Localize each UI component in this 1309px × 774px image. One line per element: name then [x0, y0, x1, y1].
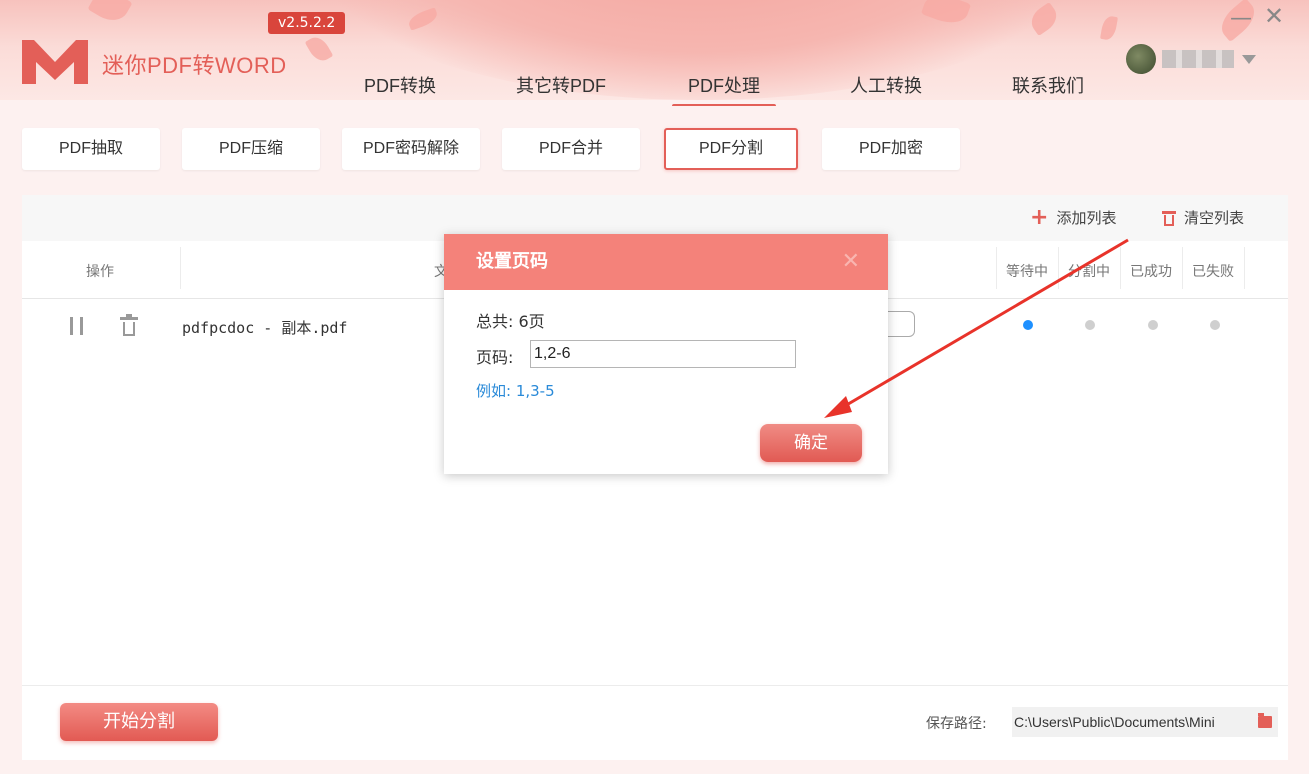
petal-decoration — [1100, 14, 1118, 42]
column-divider — [996, 247, 997, 289]
close-icon[interactable]: ✕ — [1264, 2, 1284, 30]
add-list-label: 添加列表 — [1056, 209, 1117, 227]
column-divider — [1244, 247, 1245, 289]
column-divider — [1120, 247, 1121, 289]
folder-icon[interactable] — [1258, 713, 1272, 728]
nav-manual-convert[interactable]: 人工转换 — [850, 72, 922, 98]
tab-pdf-unlock[interactable]: PDF密码解除 — [342, 128, 480, 170]
footer-divider — [22, 685, 1288, 686]
column-divider — [180, 247, 181, 289]
nav-contact-us[interactable]: 联系我们 — [1012, 72, 1084, 98]
set-page-dialog: 设置页码 ✕ 总共: 6页 页码: 例如: 1,3-5 确定 — [444, 234, 888, 474]
avatar[interactable] — [1126, 44, 1156, 74]
username — [1162, 50, 1234, 68]
status-failed-dot — [1210, 320, 1220, 330]
clear-list-button[interactable]: 清空列表 — [1162, 207, 1244, 228]
page-label: 页码: — [476, 348, 514, 367]
header-splitting: 分割中 — [1068, 264, 1110, 280]
petal-decoration — [304, 33, 334, 65]
minimize-icon[interactable]: — — [1230, 6, 1252, 31]
app-header: 迷你PDF转WORD v2.5.2.2 PDF转换 其它转PDF PDF处理 人… — [0, 0, 1309, 106]
total-pages: 总共: 6页 — [476, 312, 545, 331]
header-waiting: 等待中 — [1006, 264, 1048, 280]
trash-icon — [1162, 210, 1176, 226]
file-name: pdfpcdoc - 副本.pdf — [182, 319, 348, 337]
column-divider — [1182, 247, 1183, 289]
trash-icon[interactable] — [120, 314, 138, 337]
tab-pdf-extract[interactable]: PDF抽取 — [22, 128, 160, 170]
header-failed: 已失败 — [1192, 264, 1234, 280]
header-success: 已成功 — [1130, 264, 1172, 280]
nav-pdf-process[interactable]: PDF处理 — [672, 72, 776, 106]
confirm-button[interactable]: 确定 — [760, 424, 862, 462]
start-split-button[interactable]: 开始分割 — [60, 703, 218, 741]
plus-icon: + — [1030, 204, 1049, 230]
petal-decoration — [87, 0, 133, 28]
tab-pdf-compress[interactable]: PDF压缩 — [182, 128, 320, 170]
dropdown-caret-icon[interactable] — [1242, 54, 1256, 64]
save-path-value: C:\Users\Public\Documents\Mini — [1014, 714, 1215, 730]
tab-pdf-merge[interactable]: PDF合并 — [502, 128, 640, 170]
add-list-button[interactable]: + 添加列表 — [1030, 204, 1117, 230]
app-title: 迷你PDF转WORD — [102, 53, 287, 78]
version-badge: v2.5.2.2 — [268, 12, 346, 34]
save-path-field[interactable]: C:\Users\Public\Documents\Mini — [1012, 707, 1278, 737]
nav-other-to-pdf[interactable]: 其它转PDF — [516, 72, 606, 98]
status-waiting-dot — [1023, 320, 1033, 330]
save-path-label: 保存路径: — [926, 716, 987, 732]
page-range-input[interactable] — [530, 340, 796, 368]
dialog-header: 设置页码 ✕ — [444, 234, 888, 290]
header-edge — [0, 100, 1309, 106]
header-actions: 操作 — [86, 264, 114, 280]
status-success-dot — [1148, 320, 1158, 330]
tab-pdf-split[interactable]: PDF分割 — [664, 128, 798, 170]
dialog-title: 设置页码 — [476, 251, 548, 272]
user-menu[interactable] — [1126, 44, 1256, 74]
close-icon[interactable]: ✕ — [842, 234, 860, 290]
pause-icon[interactable] — [70, 317, 84, 335]
logo-m-icon — [22, 40, 88, 84]
nav-pdf-convert[interactable]: PDF转换 — [364, 72, 436, 98]
clear-list-label: 清空列表 — [1184, 209, 1245, 227]
status-splitting-dot — [1085, 320, 1095, 330]
tab-pdf-encrypt[interactable]: PDF加密 — [822, 128, 960, 170]
example-hint: 例如: 1,3-5 — [476, 382, 555, 400]
column-divider — [1058, 247, 1059, 289]
